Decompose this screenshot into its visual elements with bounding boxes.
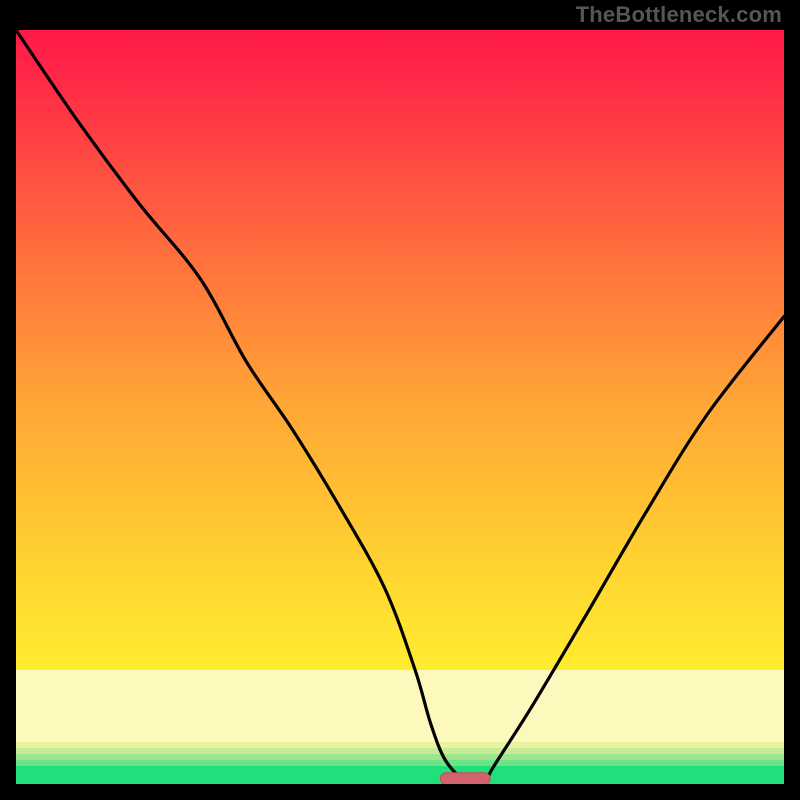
stripe-1 [16, 742, 784, 748]
stripe-2 [16, 748, 784, 754]
optimal-marker-pill [440, 773, 490, 784]
pale-band [16, 670, 784, 742]
chart-outer-frame: TheBottleneck.com [0, 0, 800, 800]
green-baseline-band [16, 766, 784, 784]
attribution-watermark: TheBottleneck.com [576, 2, 782, 28]
plot-area [16, 30, 784, 784]
stripe-4 [16, 760, 784, 766]
chart-svg [16, 30, 784, 784]
stripe-3 [16, 754, 784, 760]
